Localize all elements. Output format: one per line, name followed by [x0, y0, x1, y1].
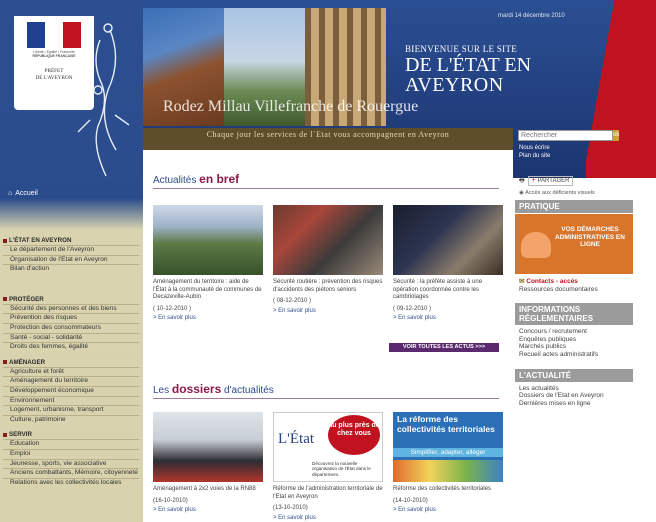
share-button[interactable]: + PARTAGER [527, 176, 574, 186]
resources-link[interactable]: Ressources documentaires [519, 286, 635, 294]
bullet-icon [3, 297, 7, 302]
infos-header: INFORMATIONS RÉGLEMENTAIRES [515, 303, 633, 326]
menu-item[interactable]: Sécurité des personnes et des biens [3, 303, 139, 314]
read-more-link[interactable]: > En savoir plus [273, 308, 383, 314]
search-box: ok [518, 130, 620, 141]
dossier-card: L'État au plus près de chez vous Découvr… [273, 412, 383, 521]
reforme-thumbnail[interactable]: La réforme des collectivités territorial… [393, 412, 503, 482]
current-date: mardi 14 décembre 2010 [498, 13, 565, 19]
menu-item[interactable]: Droits des femmes, égalité [3, 342, 139, 352]
menu-section-servir: SERVIR Education Emploi Jeunesse, sports… [3, 431, 139, 487]
towns-caption: Rodez Millau Villefranche de Rouergue [163, 98, 419, 115]
menu-item[interactable]: Anciens combattants, Mémoire, citoyennet… [3, 468, 139, 478]
people-thumbnail[interactable] [273, 205, 383, 275]
etat-proche-thumbnail[interactable]: L'État au plus près de chez vous Découvr… [273, 412, 383, 482]
landscape-thumbnail[interactable] [153, 205, 263, 275]
menu-section-title: PROTÉGER [9, 295, 44, 303]
actu-link[interactable]: Les actualités [519, 385, 635, 393]
menu-item[interactable]: Logement, urbanisme, transport [3, 405, 139, 415]
menu-item[interactable]: Organisation de l'Etat en Aveyron [3, 254, 139, 265]
menu-section-title: AMÉNAGER [9, 358, 46, 366]
dossier-card: La réforme des collectivités territorial… [393, 412, 503, 521]
police-thumbnail[interactable] [393, 205, 503, 275]
menu-section-title: SERVIR [9, 431, 32, 439]
tagline-bar: Chaque jour les services de l`Etat vous … [143, 128, 513, 150]
dossiers-heading: Les dossiers d'actualités [153, 382, 499, 399]
online-procedures-banner[interactable]: VOS DÉMARCHES ADMINISTRATIVES EN LIGNE [515, 214, 633, 274]
red-wedge-decoration [586, 0, 656, 178]
visual-accessibility-link[interactable]: ◉ Accès aux déficients visuels [519, 190, 635, 196]
contacts-link[interactable]: ✉ Contacts - accès [519, 278, 635, 286]
bullet-icon [3, 432, 7, 437]
actu-link[interactable]: Dossiers de l'Etat en Aveyron [519, 392, 635, 400]
top-links: Nous écrire Plan du site [519, 144, 550, 160]
hand-icon [521, 232, 551, 258]
news-card: Aménagement du territoire : aide de l'Ét… [153, 205, 263, 321]
dossier-card: Aménagement à 2x2 voies de la RN88 (16-1… [153, 412, 263, 521]
menu-item[interactable]: Emploi [3, 448, 139, 459]
menu-item[interactable]: Jeunesse, sports, vie associative [3, 458, 139, 469]
menu-item[interactable]: Relations avec les collectivités locales [3, 477, 139, 488]
info-link[interactable]: Marchés publics [519, 343, 635, 351]
read-more-link[interactable]: > En savoir plus [273, 515, 383, 521]
news-card: Sécurité : la préfète assiste à une opér… [393, 205, 503, 321]
bref-heading: Actualités en bref [153, 172, 499, 189]
sitemap-link[interactable]: Plan du site [519, 152, 550, 160]
read-more-link[interactable]: > En savoir plus [393, 507, 503, 513]
menu-section-title: L'ÉTAT EN AVEYRON [9, 237, 72, 244]
left-menu: L'ÉTAT EN AVEYRON Le département de l'Av… [3, 237, 139, 494]
read-more-link[interactable]: > En savoir plus [393, 315, 503, 321]
main-content: Actualités en bref Aménagement du territ… [143, 150, 513, 522]
menu-item[interactable]: Bilan d'action [3, 264, 139, 274]
bref-cards: Aménagement du territoire : aide de l'Ét… [153, 205, 503, 321]
contact-link[interactable]: Nous écrire [519, 144, 550, 152]
info-link[interactable]: Concours / recrutement [519, 328, 635, 336]
menu-item[interactable]: Culture, patrimoine [3, 414, 139, 425]
menu-item[interactable]: Agriculture et forêt [3, 366, 139, 377]
read-more-link[interactable]: > En savoir plus [153, 315, 263, 321]
bullet-icon [3, 238, 7, 243]
info-link[interactable]: Recueil actes administratifs [519, 351, 635, 359]
all-news-button[interactable]: VOIR TOUTES LES ACTUS >>> [389, 343, 499, 352]
envelope-icon: ✉ [519, 278, 525, 285]
news-card: Sécurité routière : prévention des risqu… [273, 205, 383, 321]
ceremony-thumbnail[interactable] [153, 412, 263, 482]
info-link[interactable]: Enquêtes publiques [519, 336, 635, 344]
bullet-icon [3, 360, 7, 365]
menu-item[interactable]: Aménagement du territoire [3, 376, 139, 386]
search-input[interactable] [518, 130, 613, 141]
menu-section-amenager: AMÉNAGER Agriculture et forêt Aménagemen… [3, 359, 139, 425]
pratique-header: PRATIQUE [515, 200, 633, 213]
dossiers-cards: Aménagement à 2x2 voies de la RN88 (16-1… [153, 412, 503, 521]
plus-icon: + [531, 177, 536, 184]
menu-item[interactable]: Protection des consommateurs [3, 322, 139, 333]
menu-section-proteger: PROTÉGER Sécurité des personnes et des b… [3, 296, 139, 352]
eye-icon: ◉ [519, 190, 524, 196]
read-more-link[interactable]: > En savoir plus [153, 507, 263, 513]
menu-item[interactable]: Développement économique [3, 385, 139, 396]
home-link[interactable]: ⌂ Accueil [8, 190, 38, 197]
menu-item[interactable]: Prévention des risques [3, 313, 139, 323]
actu-link[interactable]: Dernières mises en ligne [519, 400, 635, 408]
right-column: 🖶 + PARTAGER ◉ Accès aux déficients visu… [515, 176, 635, 407]
menu-item[interactable]: Environnement [3, 395, 139, 406]
menu-item[interactable]: Le département de l'Aveyron [3, 245, 139, 255]
home-icon: ⌂ [8, 190, 13, 197]
share-row: 🖶 + PARTAGER [519, 176, 635, 186]
figures-silhouette-icon [77, 23, 130, 177]
menu-item[interactable]: Santé - social - solidarité [3, 332, 139, 343]
actualite-header: L'ACTUALITÉ [515, 368, 633, 382]
menu-item[interactable]: Education [3, 439, 139, 449]
welcome-title: BIENVENUE SUR LE SITE DE L'ÉTAT EN AVEYR… [405, 44, 532, 96]
menu-section-etat: L'ÉTAT EN AVEYRON Le département de l'Av… [3, 237, 139, 274]
print-icon[interactable]: 🖶 [519, 176, 525, 186]
search-ok-button[interactable]: ok [613, 130, 620, 141]
